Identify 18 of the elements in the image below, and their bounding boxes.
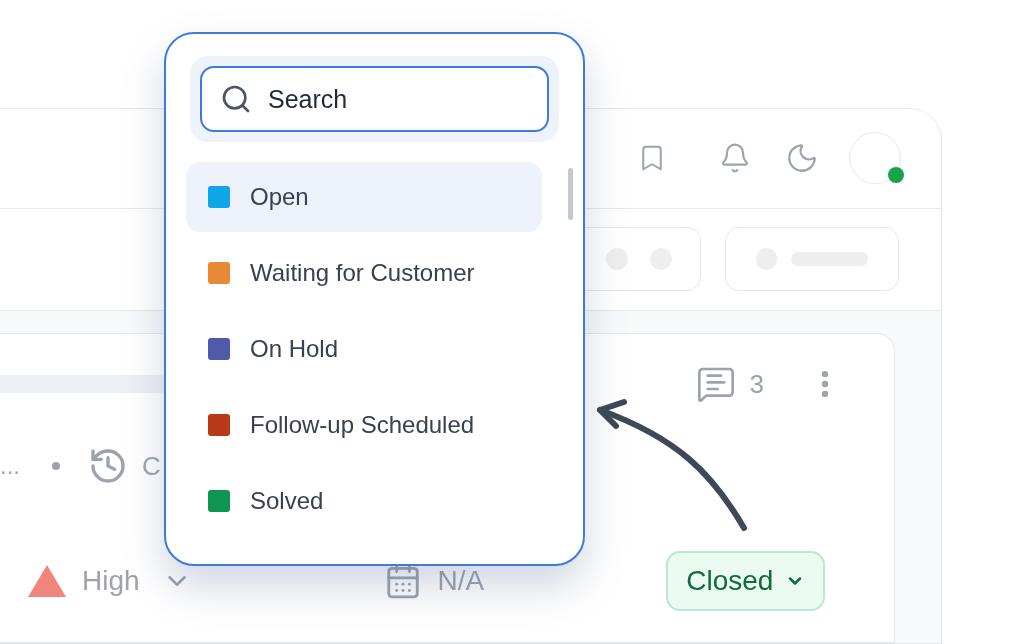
status-badge[interactable]: Closed [666,551,826,611]
scrollbar-thumb[interactable] [568,168,573,220]
status-label: Waiting for Customer [250,258,475,288]
status-option[interactable]: Open [186,162,542,232]
clock-icon [88,446,128,486]
meta-text: C [142,449,161,483]
avatar[interactable] [849,132,901,185]
status-label: Solved [250,486,324,516]
status-label: On Hold [250,334,339,364]
search-field[interactable]: Search [200,66,549,132]
search-icon [220,83,252,115]
due-date: N/A [437,564,485,598]
comment-count: 3 [749,367,764,401]
status-label: Follow-up Scheduled [250,410,475,440]
meta-text: ... [0,454,20,478]
status-label: Open [250,182,309,212]
warning-triangle-icon [28,565,66,597]
notification-icon[interactable] [719,142,751,175]
